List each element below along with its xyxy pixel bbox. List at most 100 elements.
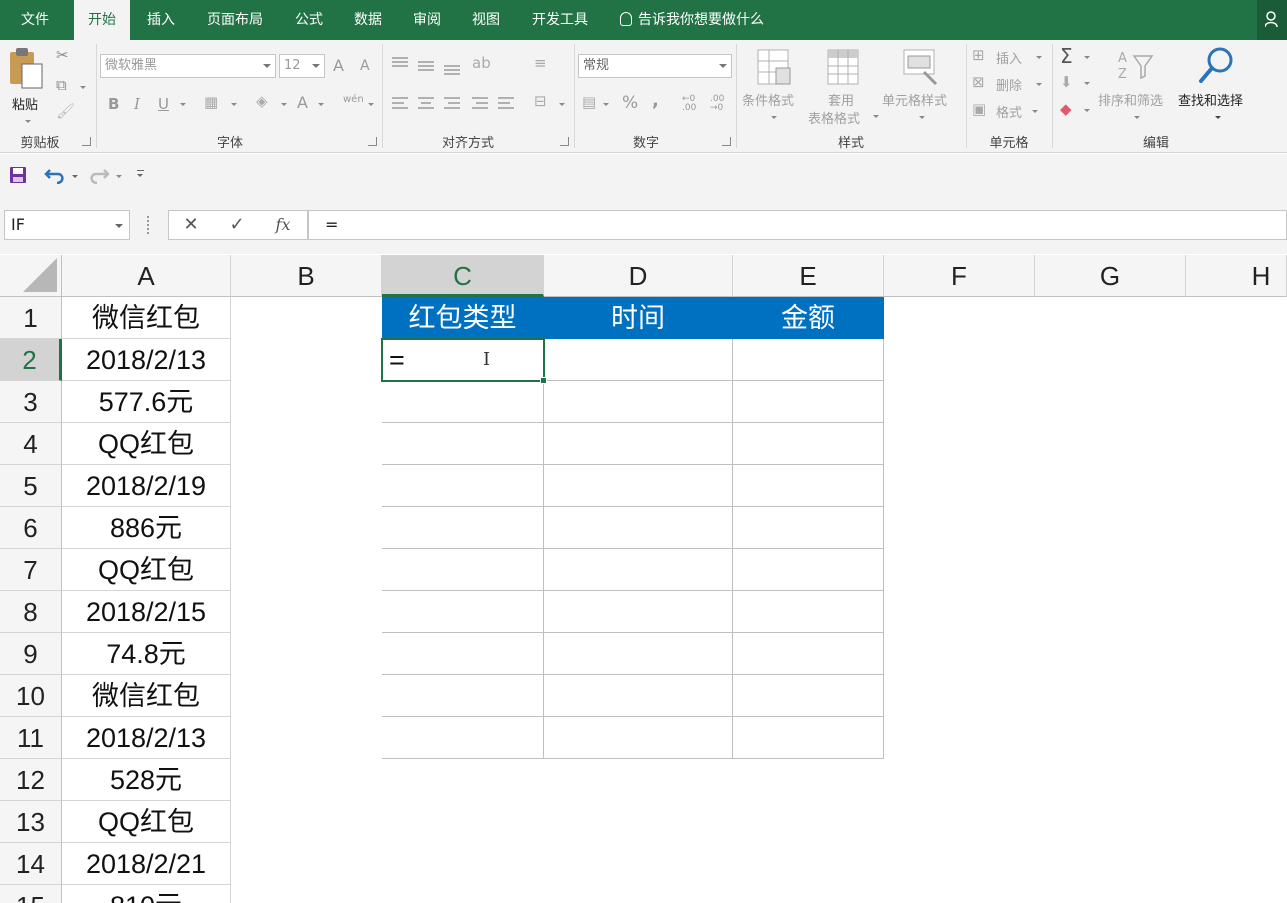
font-color-icon[interactable]: A [297, 93, 308, 112]
name-box[interactable]: IF [4, 210, 130, 240]
row-header[interactable]: 9 [0, 633, 62, 675]
save-icon[interactable] [9, 166, 27, 184]
cell-a[interactable]: 2018/2/13 [62, 717, 231, 759]
table-data-cell[interactable] [382, 591, 544, 633]
table-data-cell[interactable] [544, 717, 733, 759]
cell-a[interactable]: 2018/2/19 [62, 465, 231, 507]
row-header[interactable]: 7 [0, 549, 62, 591]
paste-button[interactable]: 粘贴 [6, 46, 50, 126]
orientation-icon[interactable]: ab [472, 54, 491, 72]
row-header[interactable]: 4 [0, 423, 62, 465]
table-data-cell[interactable] [382, 717, 544, 759]
tab-data[interactable]: 数据 [340, 0, 396, 40]
undo-icon[interactable] [44, 166, 66, 184]
table-data-cell[interactable] [544, 675, 733, 717]
phonetic-icon[interactable]: wén [343, 94, 364, 105]
decrease-decimal-icon[interactable]: .00 →0 [710, 95, 724, 113]
row-header[interactable]: 14 [0, 843, 62, 885]
font-launcher[interactable] [368, 137, 377, 146]
fill-color-icon[interactable]: ◈ [256, 92, 268, 110]
table-data-cell[interactable] [733, 339, 884, 381]
column-header-h[interactable]: H [1186, 255, 1287, 297]
tab-insert[interactable]: 插入 [134, 0, 188, 40]
tab-formulas[interactable]: 公式 [282, 0, 336, 40]
format-painter-icon[interactable]: 🖌 [56, 102, 75, 120]
table-data-cell[interactable] [382, 423, 544, 465]
column-header-e[interactable]: E [733, 255, 884, 297]
tab-file[interactable]: 文件 [0, 0, 70, 40]
formula-input[interactable]: = [308, 210, 1287, 240]
column-header-a[interactable]: A [62, 255, 231, 297]
number-format-combo[interactable]: 常规 [578, 54, 732, 78]
table-data-cell[interactable] [733, 717, 884, 759]
row-header[interactable]: 11 [0, 717, 62, 759]
column-header-g[interactable]: G [1035, 255, 1186, 297]
cell-a[interactable]: 528元 [62, 759, 231, 801]
table-data-cell[interactable] [544, 423, 733, 465]
column-header-f[interactable]: F [884, 255, 1035, 297]
cell-a[interactable]: QQ红包 [62, 423, 231, 465]
wrap-text-icon[interactable]: ≡ [534, 54, 547, 72]
fill-handle[interactable] [540, 377, 547, 384]
row-header[interactable]: 3 [0, 381, 62, 423]
autosum-icon[interactable]: Σ [1060, 44, 1073, 68]
table-data-cell[interactable] [382, 633, 544, 675]
table-data-cell[interactable] [733, 423, 884, 465]
table-data-cell[interactable] [544, 339, 733, 381]
row-header[interactable]: 13 [0, 801, 62, 843]
number-launcher[interactable] [722, 137, 731, 146]
table-data-cell[interactable] [544, 633, 733, 675]
row-header[interactable]: 10 [0, 675, 62, 717]
customize-qat-icon[interactable] [136, 170, 145, 180]
cell-a[interactable]: 810元 [62, 885, 231, 903]
shrink-font-icon[interactable]: A [360, 58, 370, 74]
row-header[interactable]: 15 [0, 885, 62, 903]
cell-a[interactable]: 886元 [62, 507, 231, 549]
delete-cells-button[interactable]: ⊠ 删除 [972, 73, 1048, 95]
redo-icon[interactable] [88, 166, 110, 184]
copy-icon[interactable]: ⧉ [56, 76, 67, 94]
alignment-launcher[interactable] [560, 137, 569, 146]
row-header[interactable]: 1 [0, 297, 62, 339]
clipboard-launcher[interactable] [82, 137, 91, 146]
column-header-b[interactable]: B [231, 255, 382, 297]
table-data-cell[interactable] [544, 591, 733, 633]
cell-a[interactable]: 2018/2/21 [62, 843, 231, 885]
clear-icon[interactable]: ◆ [1060, 100, 1072, 118]
tell-me-box[interactable]: 告诉我你想要做什么 [620, 0, 764, 40]
column-header-c[interactable]: C [382, 255, 544, 297]
format-cells-button[interactable]: ▣ 格式 [972, 100, 1048, 122]
row-header[interactable]: 6 [0, 507, 62, 549]
cell-styles-button[interactable]: 单元格样式 [882, 46, 962, 126]
row-header[interactable]: 5 [0, 465, 62, 507]
formula-bar-grip[interactable] [147, 216, 150, 234]
cell-a[interactable]: 2018/2/15 [62, 591, 231, 633]
cancel-icon[interactable]: ✕ [173, 211, 209, 239]
conditional-formatting-button[interactable]: 条件格式 [740, 46, 806, 126]
table-data-cell[interactable] [733, 381, 884, 423]
find-select-button[interactable]: 查找和选择 [1176, 46, 1258, 126]
table-data-cell[interactable] [544, 465, 733, 507]
format-as-table-button[interactable]: 套用 表格格式 [806, 46, 882, 127]
tab-developer[interactable]: 开发工具 [518, 0, 602, 40]
table-data-cell[interactable] [382, 465, 544, 507]
active-cell-c2[interactable] [381, 338, 547, 384]
merge-center-icon[interactable]: ⊟ [534, 92, 547, 110]
table-data-cell[interactable] [544, 381, 733, 423]
table-data-cell[interactable] [382, 675, 544, 717]
insert-function-icon[interactable]: fx [265, 211, 301, 239]
cell-a[interactable]: 微信红包 [62, 675, 231, 717]
table-header-cell[interactable]: 红包类型 [382, 297, 544, 339]
tab-home[interactable]: 开始 [74, 0, 130, 40]
fill-icon[interactable]: ⬇ [1060, 73, 1073, 91]
bold-button[interactable]: B [108, 95, 119, 113]
grow-font-icon[interactable]: A [333, 56, 344, 75]
row-header[interactable]: 2 [0, 339, 62, 381]
border-icon[interactable]: ▦ [204, 93, 218, 111]
table-data-cell[interactable] [382, 507, 544, 549]
table-data-cell[interactable] [382, 549, 544, 591]
insert-cells-button[interactable]: ⊞ 插入 [972, 46, 1048, 68]
table-data-cell[interactable] [544, 549, 733, 591]
table-data-cell[interactable] [544, 507, 733, 549]
cell-a[interactable]: 微信红包 [62, 297, 231, 339]
